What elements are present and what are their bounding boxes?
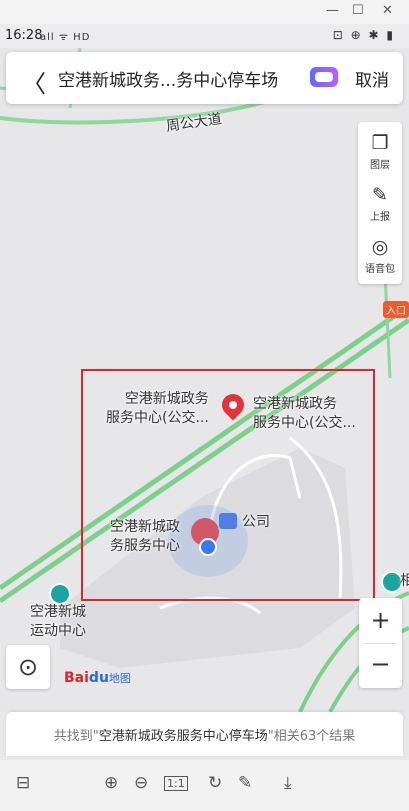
poi-line: 空港新城 <box>30 604 86 620</box>
zoom-out-button[interactable]: − <box>359 650 402 678</box>
report-label: 上报 <box>370 212 390 223</box>
layers-icon: ❐ <box>371 132 389 154</box>
voice-pack-label: 语音包 <box>365 264 395 275</box>
report-button[interactable]: ✎ 上报 <box>358 184 402 223</box>
logo-paw: du <box>88 670 109 686</box>
minimize-button[interactable]: — <box>326 3 339 18</box>
edit-icon[interactable]: ✎ <box>238 773 252 793</box>
panel-icon[interactable]: ⊟ <box>16 773 30 793</box>
rotate-icon[interactable]: ↻ <box>208 773 222 793</box>
locate-button[interactable]: ⊙ <box>6 645 50 689</box>
zoom-controls: + − <box>359 598 402 688</box>
download-icon[interactable]: ⤓ <box>284 773 292 793</box>
locate-icon: ⊙ <box>17 653 39 681</box>
maximize-button[interactable]: ☐ <box>352 3 364 18</box>
poi-sport-center[interactable]: 空港新城 运动中心 <box>30 603 86 641</box>
voice-pack-icon: ◎ <box>371 236 389 258</box>
zoom-divider <box>365 643 396 644</box>
highlight-box <box>81 369 375 601</box>
back-button[interactable]: 〈 <box>22 64 46 99</box>
signal-icon: all ᯤ HD <box>40 32 91 43</box>
logo-text: Bai <box>64 670 89 686</box>
result-suffix: "相关63个结果 <box>267 729 356 744</box>
search-bar: 〈 空港新城政务...务中心停车场 取消 <box>6 52 403 104</box>
result-prefix: 共找到" <box>53 729 99 744</box>
sport-center-icon <box>49 583 71 605</box>
map-tool-panel: ❐ 图层 ✎ 上报 ◎ 语音包 <box>358 122 402 284</box>
result-summary[interactable]: 共找到"空港新城政务服务中心停车场"相关63个结果 <box>6 712 403 756</box>
status-icons: ⊡ ⊕ ✱ ▮ <box>332 28 395 42</box>
zoom-in-button[interactable]: + <box>359 606 402 634</box>
layers-button[interactable]: ❐ 图层 <box>358 132 402 171</box>
viewer-toolbar: ⊟ ⊕ ⊖ 1:1 ↻ ✎ ⤓ <box>0 760 409 811</box>
actual-size-icon[interactable]: 1:1 <box>164 776 188 791</box>
cancel-button[interactable]: 取消 <box>355 66 389 91</box>
status-bar: 16:28 all ᯤ HD ⊡ ⊕ ✱ ▮ <box>0 24 409 48</box>
logo-sub: 地图 <box>108 672 131 685</box>
robot-icon[interactable] <box>310 67 338 87</box>
zoom-out-icon[interactable]: ⊖ <box>134 773 148 793</box>
zoom-in-icon[interactable]: ⊕ <box>104 773 118 793</box>
entrance-marker[interactable]: 入口 <box>383 301 409 318</box>
voice-pack-button[interactable]: ◎ 语音包 <box>358 236 402 275</box>
search-query[interactable]: 空港新城政务...务中心停车场 <box>58 66 278 91</box>
layers-label: 图层 <box>370 160 390 171</box>
result-keyword: 空港新城政务服务中心停车场 <box>98 729 268 744</box>
report-icon: ✎ <box>372 184 388 206</box>
window-title-bar: — ☐ ✕ <box>0 0 409 24</box>
close-button[interactable]: ✕ <box>382 3 393 18</box>
status-time: 16:28 <box>5 28 43 43</box>
poi-partial-label: 相 <box>400 573 409 589</box>
baidu-map-logo: Baidu地图 <box>64 670 131 686</box>
poi-line: 运动中心 <box>30 623 86 639</box>
